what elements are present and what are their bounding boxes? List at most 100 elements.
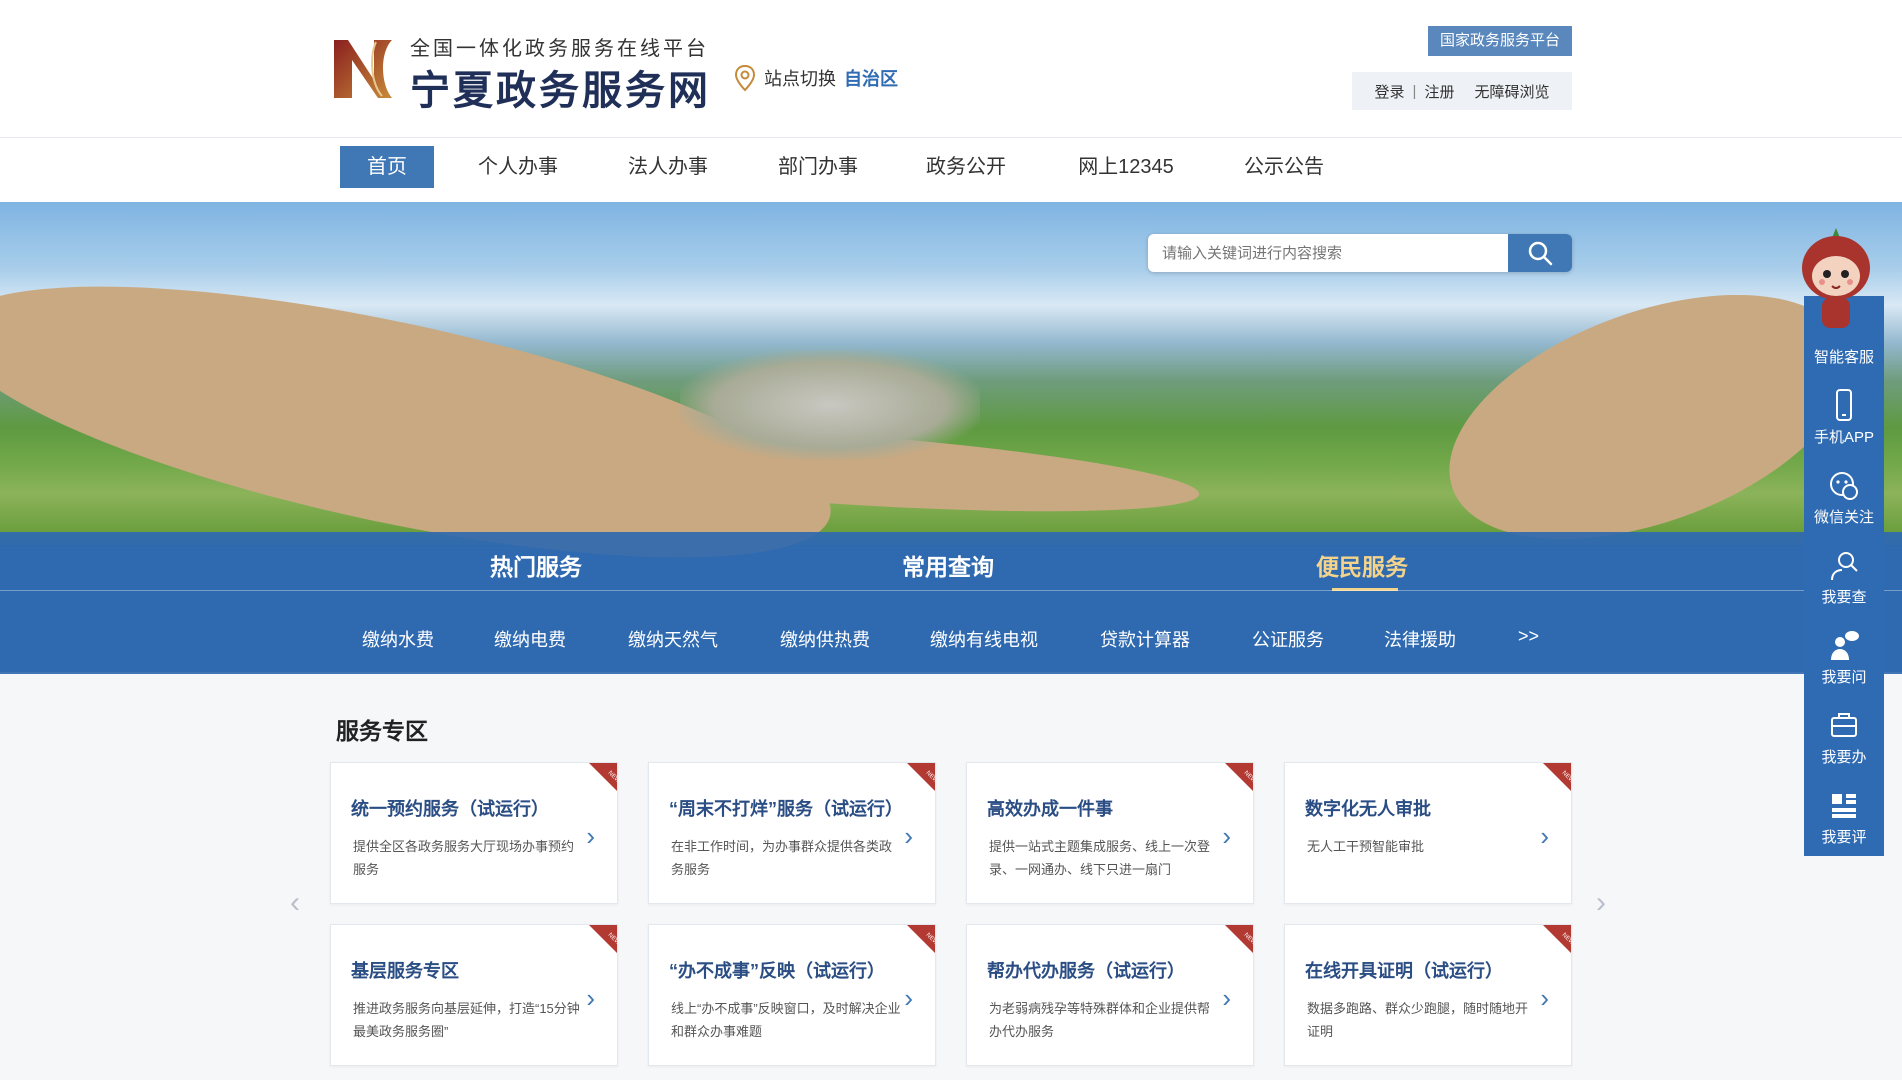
- service-item-cable-tv[interactable]: 缴纳有线电视: [930, 626, 1038, 652]
- card-title: 统一预约服务（试运行）: [351, 799, 549, 819]
- chevron-right-icon: ›: [586, 983, 595, 1013]
- chevron-right-icon: ›: [1540, 821, 1549, 851]
- wechat-icon: [1830, 472, 1858, 500]
- service-item-legal-aid[interactable]: 法律援助: [1384, 626, 1456, 652]
- tab-hot-services[interactable]: 热门服务: [490, 548, 582, 582]
- national-platform-link[interactable]: 国家政务服务平台: [1428, 26, 1572, 56]
- chevron-right-icon: ›: [586, 821, 595, 851]
- chevron-right-icon: ›: [904, 983, 913, 1013]
- band-divider: [0, 590, 1902, 591]
- service-item-heating[interactable]: 缴纳供热费: [780, 626, 870, 652]
- service-card[interactable]: “周末不打烊”服务（试运行） 在非工作时间，为办事群众提供各类政务服务 › NE…: [648, 762, 936, 904]
- login-link[interactable]: 登录: [1375, 81, 1405, 102]
- user-links: 登录 | 注册 无障碍浏览: [1352, 72, 1572, 110]
- nav-corporate[interactable]: 法人办事: [616, 146, 720, 188]
- float-label: 我要办: [1821, 749, 1867, 766]
- brand-subtitle: 全国一体化政务服务在线平台: [410, 38, 709, 60]
- logo-icon[interactable]: [330, 34, 398, 102]
- service-card[interactable]: 在线开具证明（试运行） 数据多跑路、群众少跑腿，随时随地开证明 › NEW: [1284, 924, 1572, 1066]
- current-region[interactable]: 自治区: [844, 65, 898, 91]
- service-card[interactable]: “办不成事”反映（试运行） 线上“办不成事”反映窗口，及时解决企业和群众办事难题…: [648, 924, 936, 1066]
- float-evaluate[interactable]: 我要评: [1804, 776, 1884, 856]
- service-card[interactable]: 基层服务专区 推进政务服务向基层延伸，打造“15分钟最美政务服务圈” › NEW: [330, 924, 618, 1066]
- new-badge-icon: NEW: [1543, 763, 1571, 791]
- new-badge-icon: NEW: [907, 763, 935, 791]
- location-pin-icon: [734, 64, 756, 92]
- nav-notices[interactable]: 公示公告: [1232, 146, 1336, 188]
- next-arrow[interactable]: ›: [1596, 886, 1606, 920]
- section-title: 服务专区: [336, 718, 428, 744]
- accessibility-link[interactable]: 无障碍浏览: [1474, 81, 1549, 102]
- tab-common-queries[interactable]: 常用查询: [902, 548, 994, 582]
- new-badge-icon: NEW: [589, 763, 617, 791]
- mascot-icon[interactable]: [1796, 224, 1876, 336]
- service-item-notary[interactable]: 公证服务: [1252, 626, 1324, 652]
- service-zone-section: 服务专区 ‹ › 统一预约服务（试运行） 提供全区各政务服务大厅现场办事预约服务…: [0, 674, 1902, 1080]
- float-label: 我要评: [1821, 829, 1867, 846]
- card-title: 在线开具证明（试运行）: [1305, 961, 1503, 981]
- card-description: 线上“办不成事”反映窗口，及时解决企业和群众办事难题: [671, 1001, 901, 1039]
- card-title: 高效办成一件事: [987, 799, 1113, 819]
- card-description: 无人工干预智能审批: [1307, 839, 1425, 854]
- new-badge-icon: NEW: [1225, 763, 1253, 791]
- site-header: 全国一体化政务服务在线平台 宁夏政务服务网 站点切换 自治区 国家政务服务平台 …: [0, 0, 1902, 138]
- search-input[interactable]: [1148, 234, 1508, 272]
- new-badge-icon: NEW: [907, 925, 935, 953]
- nav-department[interactable]: 部门办事: [766, 146, 870, 188]
- chevron-right-icon: ›: [904, 821, 913, 851]
- card-title: “办不成事”反映（试运行）: [669, 961, 885, 981]
- search-bar: [1148, 234, 1572, 272]
- service-item-water[interactable]: 缴纳水费: [362, 626, 434, 652]
- phone-icon: [1836, 389, 1852, 421]
- service-card[interactable]: 统一预约服务（试运行） 提供全区各政务服务大厅现场办事预约服务 › NEW: [330, 762, 618, 904]
- card-description: 数据多跑路、群众少跑腿，随时随地开证明: [1307, 1001, 1529, 1039]
- service-item-electricity[interactable]: 缴纳电费: [494, 626, 566, 652]
- service-item-loan-calculator[interactable]: 贷款计算器: [1100, 626, 1190, 652]
- question-icon: [1831, 631, 1859, 660]
- float-mobile-app[interactable]: 手机APP: [1804, 376, 1884, 456]
- search-icon: [1528, 241, 1553, 266]
- card-title: 数字化无人审批: [1305, 799, 1431, 819]
- floating-toolbar: 智能客服 手机APP 微信关注 我要查 我要问 我要办 我要评: [1804, 296, 1884, 856]
- float-wechat[interactable]: 微信关注: [1804, 456, 1884, 536]
- nav-12345[interactable]: 网上12345: [1070, 146, 1182, 188]
- card-description: 提供全区各政务服务大厅现场办事预约服务: [353, 839, 575, 877]
- new-badge-icon: NEW: [589, 925, 617, 953]
- town-area: [680, 350, 980, 460]
- service-card[interactable]: 帮办代办服务（试运行） 为老弱病残孕等特殊群体和企业提供帮办代办服务 › NEW: [966, 924, 1254, 1066]
- prev-arrow[interactable]: ‹: [290, 886, 300, 920]
- float-ask[interactable]: 我要问: [1804, 616, 1884, 696]
- service-band: 热门服务 常用查询 便民服务 缴纳水费 缴纳电费 缴纳天然气 缴纳供热费 缴纳有…: [0, 532, 1902, 674]
- chevron-right-icon: ›: [1222, 821, 1231, 851]
- card-description: 在非工作时间，为办事群众提供各类政务服务: [671, 839, 893, 877]
- new-badge-icon: NEW: [1225, 925, 1253, 953]
- float-label: 手机APP: [1813, 429, 1874, 446]
- card-title: “周末不打烊”服务（试运行）: [669, 799, 903, 819]
- service-item-gas[interactable]: 缴纳天然气: [628, 626, 718, 652]
- grid-icon: [1832, 794, 1856, 818]
- service-card[interactable]: 高效办成一件事 提供一站式主题集成服务、线上一次登录、一网通办、线下只进一扇门 …: [966, 762, 1254, 904]
- chevron-right-icon: ›: [1222, 983, 1231, 1013]
- briefcase-icon: [1831, 713, 1857, 737]
- search-button[interactable]: [1508, 234, 1572, 272]
- float-label: 微信关注: [1813, 509, 1874, 526]
- page: 全国一体化政务服务在线平台 宁夏政务服务网 站点切换 自治区 国家政务服务平台 …: [0, 0, 1902, 1080]
- search-person-icon: [1831, 552, 1858, 581]
- divider: |: [1412, 82, 1417, 100]
- brand-title[interactable]: 宁夏政务服务网: [410, 58, 711, 116]
- nav-home[interactable]: 首页: [340, 146, 434, 188]
- new-badge-icon: NEW: [1543, 925, 1571, 953]
- card-description: 为老弱病残孕等特殊群体和企业提供帮办代办服务: [989, 1001, 1211, 1039]
- nav-personal[interactable]: 个人办事: [466, 146, 570, 188]
- float-label: 我要问: [1821, 669, 1867, 686]
- float-label: 智能客服: [1813, 349, 1874, 366]
- main-nav: 首页 个人办事 法人办事 部门办事 政务公开 网上12345 公示公告: [0, 138, 1902, 202]
- service-more-link[interactable]: >>: [1518, 626, 1539, 647]
- service-card[interactable]: 数字化无人审批 无人工干预智能审批 › NEW: [1284, 762, 1572, 904]
- register-link[interactable]: 注册: [1424, 81, 1454, 102]
- tab-convenience-services[interactable]: 便民服务: [1316, 548, 1408, 582]
- float-query[interactable]: 我要查: [1804, 536, 1884, 616]
- float-handle[interactable]: 我要办: [1804, 696, 1884, 776]
- site-switch[interactable]: 站点切换 自治区: [734, 64, 898, 92]
- nav-gov-affairs[interactable]: 政务公开: [914, 146, 1018, 188]
